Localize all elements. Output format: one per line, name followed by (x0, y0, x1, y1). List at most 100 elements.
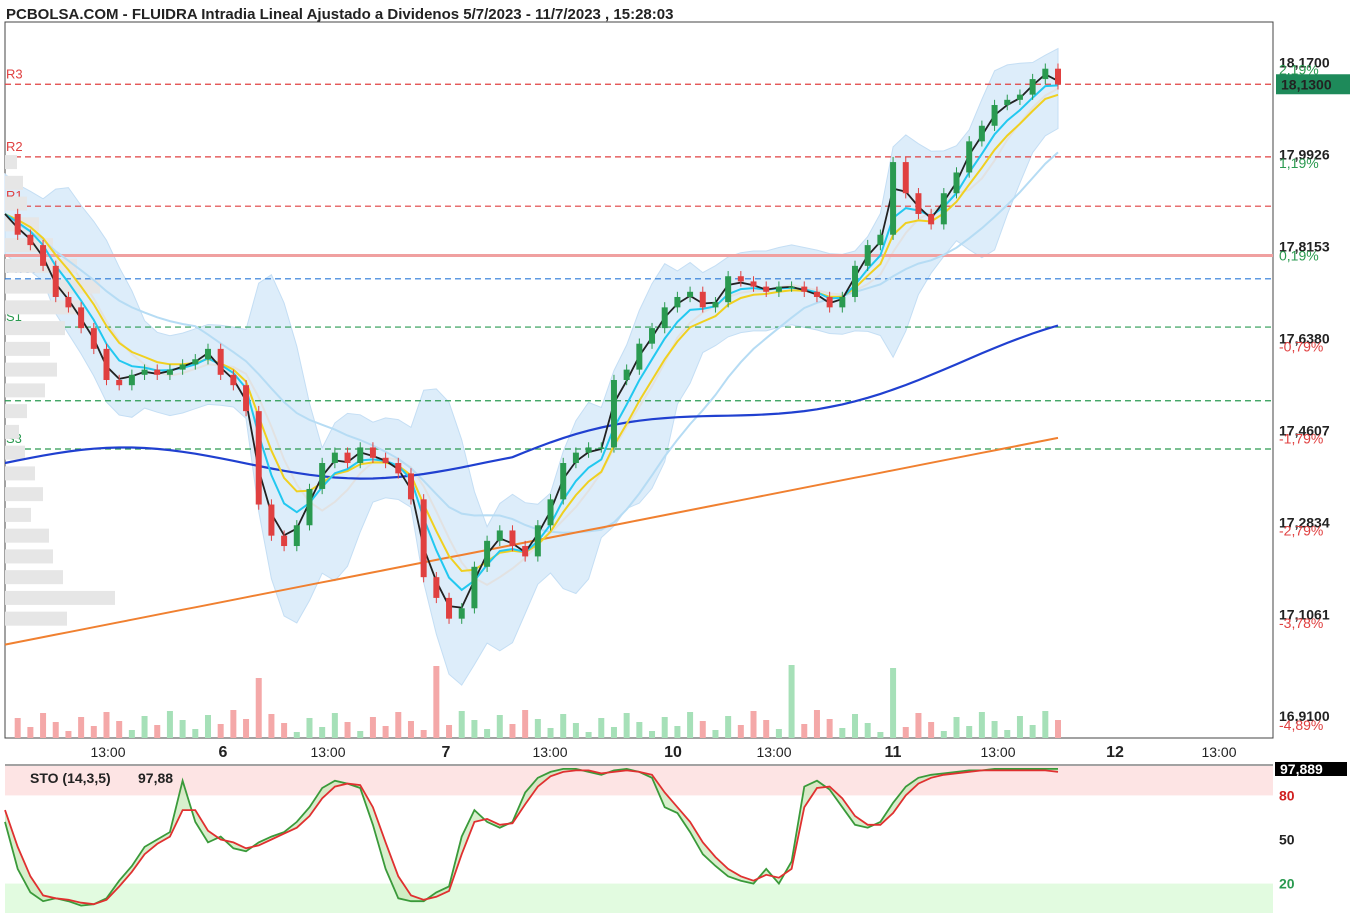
time-label: 13:00 (756, 744, 791, 760)
volume-bar (496, 715, 503, 738)
candle-body (407, 473, 414, 500)
volume-bar (674, 726, 681, 738)
volume-bar (547, 728, 554, 738)
candle-body (585, 447, 592, 453)
candle-body (788, 286, 795, 289)
volume-bar (27, 727, 34, 738)
candle-body (674, 296, 681, 308)
time-label: 13:00 (980, 744, 1015, 760)
volume-bar (116, 721, 123, 738)
time-label: 13:00 (532, 744, 567, 760)
volume-profile-bar (5, 341, 50, 356)
candle-body (991, 105, 998, 126)
candle-body (293, 525, 300, 547)
volume-bar (458, 711, 465, 738)
volume-profile-bar (5, 445, 25, 460)
candle-body (306, 488, 313, 526)
percent-label: 0,19% (1279, 247, 1319, 263)
volume-bar (890, 668, 897, 738)
volume-bar (509, 724, 516, 738)
volume-bar (331, 713, 338, 738)
volume-bar (712, 730, 719, 738)
candle-body (471, 566, 478, 609)
candle-body (319, 463, 326, 489)
volume-profile-bar (5, 175, 23, 190)
volume-bar (1042, 711, 1049, 738)
candle-body (65, 296, 72, 308)
volume-profile-bar (5, 404, 27, 419)
candle-body (14, 213, 21, 235)
time-axis: 13:00 6 13:00 7 13:00 10 13:00 11 13:00 12 13:00 (90, 744, 1236, 761)
candle-body (141, 369, 148, 375)
candle-body (116, 380, 123, 386)
candle-body (357, 447, 364, 464)
percent-label: -0,79% (1279, 338, 1323, 354)
percent-label: -1,79% (1279, 431, 1323, 447)
volume-bar (357, 731, 364, 738)
candle-body (230, 374, 237, 386)
candle-body (560, 463, 567, 500)
volume-bar (902, 727, 909, 738)
candle-body (192, 359, 199, 365)
candle-body (103, 348, 110, 380)
volume-profile-bar (5, 424, 19, 439)
stochastic-tick: 50 (1279, 832, 1295, 848)
candle-body (509, 530, 516, 547)
candle-body (217, 348, 224, 375)
volume-bar (940, 731, 947, 738)
candle-body (1042, 68, 1049, 80)
volume-bar (407, 721, 414, 738)
volume-bar (395, 712, 402, 738)
volume-bar (560, 714, 567, 738)
candle-body (534, 525, 541, 557)
candle-body (446, 597, 453, 619)
candle-body (484, 540, 491, 567)
candle-body (281, 535, 288, 547)
candle-body (27, 234, 34, 246)
candle-body (649, 328, 656, 344)
time-label: 13:00 (90, 744, 125, 760)
volume-bar (991, 721, 998, 738)
volume-bar (661, 717, 668, 738)
volume-profile-bar (5, 196, 27, 211)
candle-body (953, 172, 960, 194)
candle-body (687, 291, 694, 297)
volume-bar (433, 666, 440, 738)
candle-body (864, 245, 871, 266)
candle-body (40, 245, 47, 266)
candle-body (1004, 99, 1011, 106)
volume-bar (382, 726, 389, 738)
candle-body (243, 385, 250, 412)
volume-bar (813, 710, 820, 738)
volume-bar (141, 716, 148, 738)
time-label: 13:00 (1201, 744, 1236, 760)
volume-bar (928, 722, 935, 738)
volume-profile-bar (5, 321, 65, 336)
candle-body (801, 286, 808, 292)
candle-body (433, 577, 440, 598)
volume-profile-bar (5, 507, 31, 522)
volume-bar (522, 710, 529, 738)
candle-body (598, 447, 605, 449)
candle-body (902, 162, 909, 194)
time-label: 7 (442, 744, 451, 761)
price-chart[interactable]: R3R2R1PivotS1S2S3 18,170017,992617,81531… (0, 0, 1353, 918)
candle-body (52, 265, 59, 297)
candle-body (369, 447, 376, 458)
volume-bar (864, 723, 871, 738)
candle-body (826, 296, 833, 308)
candle-body (636, 343, 643, 370)
candle-body (458, 608, 465, 619)
volume-bar (826, 719, 833, 738)
volume-bar (103, 712, 110, 738)
candle-body (522, 546, 529, 557)
volume-bar (1016, 716, 1023, 738)
candle-body (940, 193, 947, 225)
volume-profile-bar (5, 549, 53, 564)
candle-body (179, 364, 186, 370)
candle-body (978, 125, 985, 142)
candle-body (166, 369, 173, 375)
stochastic-badge-label: 97,889 (1280, 761, 1323, 777)
volume-profile-bar (5, 383, 45, 398)
percent-label: 1,19% (1279, 155, 1319, 171)
